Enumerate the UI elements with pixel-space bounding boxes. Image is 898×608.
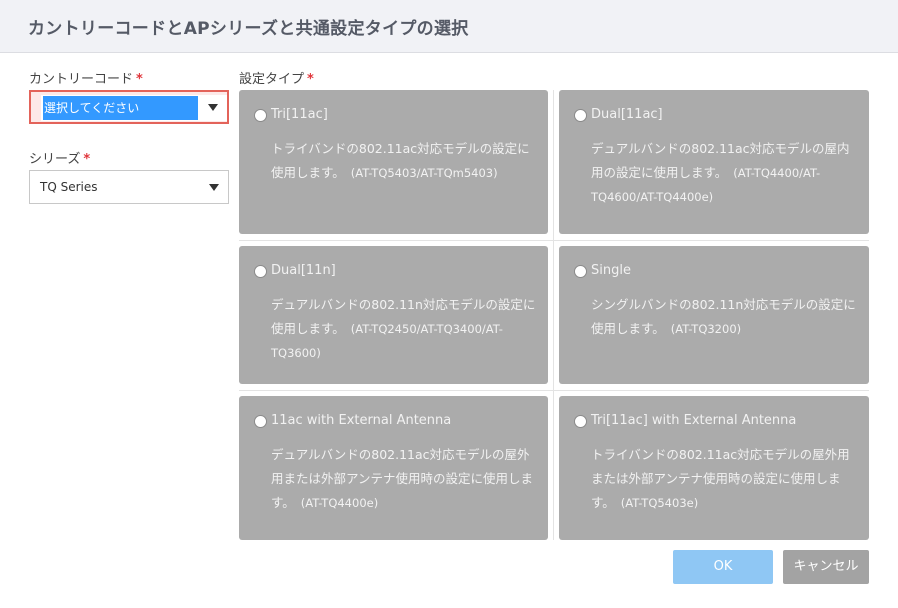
cancel-button[interactable]: キャンセル: [783, 550, 869, 584]
option-description: デュアルバンドの802.11ac対応モデルの屋内用の設定に使用します。 (AT-T…: [591, 137, 857, 209]
radio-icon[interactable]: [574, 265, 587, 278]
required-mark: *: [307, 72, 314, 87]
setting-type-option-tri-11ac-external-antenna[interactable]: Tri[11ac] with External Antenna トライバンドの8…: [559, 396, 869, 540]
radio-icon[interactable]: [254, 109, 267, 122]
option-title: Dual[11n]: [271, 263, 336, 278]
radio-icon[interactable]: [254, 415, 267, 428]
setting-type-option-dual-11ac[interactable]: Dual[11ac] デュアルバンドの802.11ac対応モデルの屋内用の設定に…: [559, 90, 869, 234]
option-description: シングルバンドの802.11n対応モデルの設定に使用します。 (AT-TQ3200…: [591, 293, 857, 341]
country-code-select[interactable]: 選択してください: [29, 90, 229, 124]
option-models: (AT-TQ5403e): [620, 496, 699, 510]
option-description: トライバンドの802.11ac対応モデルの設定に使用します。 (AT-TQ5403…: [271, 137, 536, 185]
radio-icon[interactable]: [574, 415, 587, 428]
setting-type-option-single[interactable]: Single シングルバンドの802.11n対応モデルの設定に使用します。 (AT…: [559, 246, 869, 384]
option-description: トライバンドの802.11ac対応モデルの屋外用または外部アンテナ使用時の設定に…: [591, 443, 857, 515]
option-title: Dual[11ac]: [591, 107, 663, 122]
country-code-label: カントリーコード *: [29, 68, 143, 87]
setting-type-option-dual-11n[interactable]: Dual[11n] デュアルバンドの802.11n対応モデルの設定に使用します。…: [239, 246, 548, 384]
setting-type-label: 設定タイプ *: [239, 68, 314, 87]
option-models: (AT-TQ3200): [670, 322, 742, 336]
option-title: Single: [591, 263, 631, 278]
option-title: 11ac with External Antenna: [271, 413, 452, 428]
grid-divider: [239, 240, 869, 241]
grid-divider: [239, 390, 869, 391]
dialog-title: カントリーコードとAPシリーズと共通設定タイプの選択: [28, 19, 469, 39]
caret-down-icon[interactable]: [209, 184, 219, 191]
series-label-text: シリーズ: [29, 152, 81, 167]
option-description: デュアルバンドの802.11n対応モデルの設定に使用します。 (AT-TQ2450…: [271, 293, 536, 365]
radio-icon[interactable]: [574, 109, 587, 122]
required-mark: *: [83, 152, 91, 167]
caret-down-icon[interactable]: [208, 104, 218, 111]
setting-type-option-tri-11ac[interactable]: Tri[11ac] トライバンドの802.11ac対応モデルの設定に使用します。…: [239, 90, 548, 234]
option-title: Tri[11ac]: [271, 107, 328, 122]
grid-divider: [553, 90, 554, 540]
dialog-header: カントリーコードとAPシリーズと共通設定タイプの選択: [0, 0, 898, 53]
country-code-value: 選択してください: [43, 96, 198, 120]
series-value: TQ Series: [40, 180, 98, 194]
setting-type-label-text: 設定タイプ: [239, 72, 305, 87]
option-title: Tri[11ac] with External Antenna: [591, 413, 797, 428]
series-label: シリーズ *: [29, 148, 90, 167]
required-mark: *: [136, 72, 143, 87]
option-models: (AT-TQ4400e): [300, 496, 379, 510]
setting-type-option-11ac-external-antenna[interactable]: 11ac with External Antenna デュアルバンドの802.1…: [239, 396, 548, 540]
radio-icon[interactable]: [254, 265, 267, 278]
ok-button[interactable]: OK: [673, 550, 773, 584]
series-select[interactable]: TQ Series: [29, 170, 229, 204]
option-description: デュアルバンドの802.11ac対応モデルの屋外用または外部アンテナ使用時の設定…: [271, 443, 536, 515]
country-code-label-text: カントリーコード: [29, 72, 134, 87]
option-models: (AT-TQ5403/AT-TQm5403): [350, 166, 498, 180]
